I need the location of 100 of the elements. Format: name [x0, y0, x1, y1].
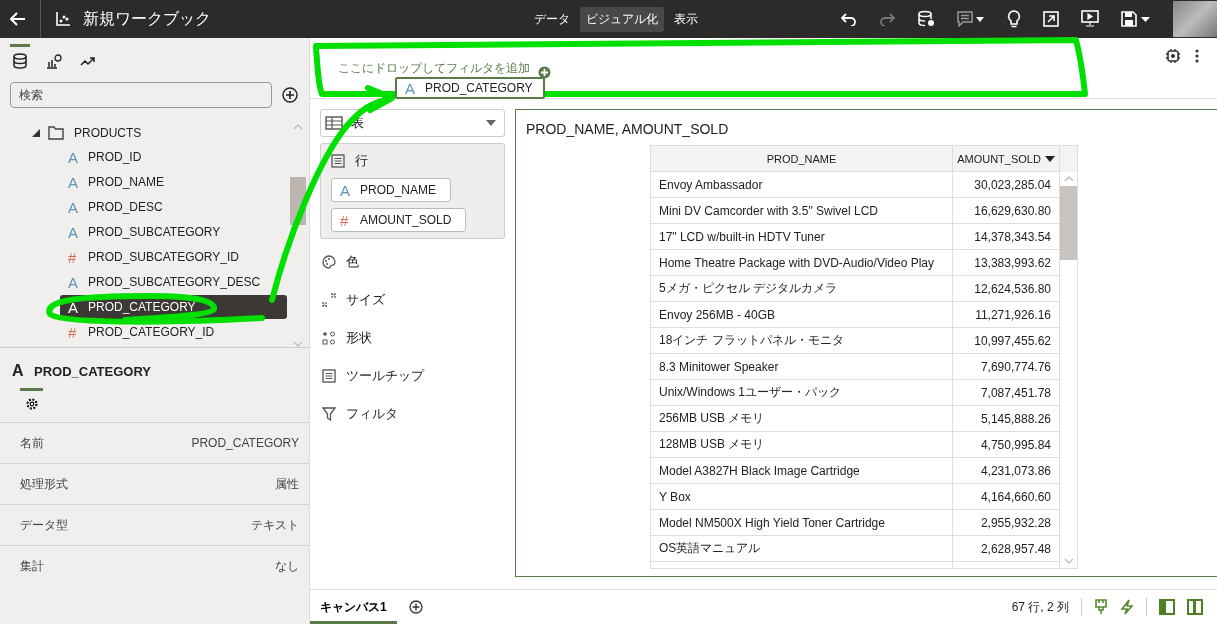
column-header[interactable]: PROD_NAME [766, 152, 837, 165]
lightbulb-icon[interactable] [1007, 10, 1021, 28]
tree-item[interactable]: PROD_NAME [88, 175, 164, 189]
visualization-title: PROD_NAME, AMOUNT_SOLD [525, 120, 730, 139]
field-label: AMOUNT_SOLD [360, 213, 452, 227]
field-type-icon: A [68, 173, 80, 191]
column-header[interactable]: AMOUNT_SOLD [957, 152, 1041, 165]
property-label: 名前 [20, 434, 44, 452]
resize-icon [322, 293, 336, 307]
data-tab[interactable] [10, 44, 30, 72]
field-chip[interactable]: A PROD_NAME [331, 178, 451, 202]
table-icon [325, 116, 343, 130]
filter-icon [322, 407, 336, 421]
tree-item[interactable]: PROD_ID [88, 150, 142, 164]
table-cell: 18インチ フラットパネル・モニタ [651, 328, 953, 354]
table-cell: 4,164,660.60 [953, 484, 1060, 510]
table-cell: 10,997,455.62 [953, 328, 1060, 354]
field-type-icon: # [340, 211, 352, 229]
field-chip[interactable]: # AMOUNT_SOLD [331, 208, 467, 232]
list-icon [322, 369, 336, 383]
add-icon [538, 66, 551, 79]
section-label[interactable]: フィルタ [346, 405, 398, 423]
database-icon[interactable] [917, 10, 935, 28]
property-value: テキスト [251, 516, 299, 534]
tree-item[interactable]: PROD_DESC [88, 200, 163, 214]
folder-icon [48, 125, 64, 140]
add-icon[interactable] [282, 87, 298, 103]
row-column-count: 67 行, 2 列 [1011, 598, 1069, 616]
canvas-tab[interactable]: キャンバス1 [310, 590, 397, 624]
table-cell: 7,087,451.78 [953, 380, 1060, 406]
field-type-icon: A [68, 223, 80, 241]
expand-triangle-icon[interactable] [32, 128, 40, 137]
table-cell: 8.3 Minitower Speaker [651, 354, 953, 380]
undo-icon[interactable] [841, 12, 857, 26]
field-label: PROD_CATEGORY [425, 81, 533, 95]
table-cell: 2,955,932.28 [953, 510, 1060, 536]
property-value: なし [275, 557, 299, 575]
tree-item[interactable]: PROD_SUBCATEGORY_ID [88, 250, 239, 264]
lightning-icon[interactable] [1120, 599, 1134, 615]
table-cell: 17" LCD w/built-in HDTV Tuner [651, 224, 953, 250]
filter-drop-hint: ここにドロップしてフィルタを追加 [338, 60, 530, 77]
search-field[interactable]: 検索 [10, 82, 272, 108]
chart-icon [46, 53, 62, 69]
table-cell: Envoy 256MB - 40GB [651, 302, 953, 328]
table-cell: OS英語マニュアル [651, 536, 953, 562]
table-cell: 12,624,536.80 [953, 276, 1060, 302]
tree-item[interactable]: PROD_SUBCATEGORY_DESC [88, 275, 261, 289]
mode-tab[interactable]: 表示 [668, 6, 704, 32]
property-label: 処理形式 [20, 475, 68, 493]
shapes-icon [322, 331, 336, 345]
tree-item[interactable]: PROD_CATEGORY_ID [88, 325, 215, 339]
field-type-icon: A [68, 298, 80, 316]
caret-icon [486, 120, 496, 126]
table-cell: Model NM500X High Yield Toner Cartridge [651, 510, 953, 536]
scrollbar-thumb[interactable] [1060, 186, 1077, 260]
dragged-field-chip[interactable]: A PROD_CATEGORY [395, 77, 545, 99]
table-cell: 4,231,073.86 [953, 458, 1060, 484]
property-label: 集計 [20, 557, 44, 575]
section-label[interactable]: 色 [346, 253, 359, 271]
table-cell: 13,383,993.62 [953, 250, 1060, 276]
field-type-icon: # [68, 323, 80, 341]
rows-drop-zone[interactable]: 行 A PROD_NAME # AMOUNT_SOLD [320, 143, 505, 239]
left-panel-icon[interactable] [1159, 599, 1175, 615]
palette-icon [322, 255, 336, 269]
table-cell: Home Theatre Package with DVD-Audio/Video Play [651, 250, 953, 276]
mode-tab[interactable]: ビジュアル化 [580, 6, 664, 32]
tree-item[interactable]: PROD_SUBCATEGORY [88, 225, 221, 239]
right-panel-icon[interactable] [1187, 599, 1203, 615]
table-cell: Unix/Windows 1ユーザー・パック [651, 380, 953, 406]
table-cell: 2,628,957.48 [953, 536, 1060, 562]
table-cell: Mini DV Camcorder with 3.5" Swivel LCD [651, 198, 953, 224]
field-type-icon: A [12, 362, 24, 380]
table-cell: 5メガ・ピクセル デジタルカメラ [651, 276, 953, 302]
field-type-icon: A [68, 273, 80, 291]
field-label: PROD_NAME [360, 183, 436, 197]
more-icon[interactable] [1195, 49, 1199, 63]
field-type-icon: A [68, 198, 80, 216]
add-icon[interactable] [408, 600, 423, 614]
section-label[interactable]: サイズ [346, 291, 385, 309]
tree-item[interactable]: PRODUCTS [74, 125, 142, 140]
tree-item[interactable]: PROD_CATEGORY [88, 300, 196, 314]
field-type-icon: A [68, 148, 80, 166]
property-value: PROD_CATEGORY [191, 436, 299, 450]
section-label[interactable]: ツールチップ [346, 367, 424, 385]
database-icon [12, 53, 28, 69]
save-icon[interactable] [1121, 11, 1151, 27]
field-type-icon: A [405, 79, 417, 97]
table-cell: 5,145,888.26 [953, 406, 1060, 432]
back-arrow-icon[interactable] [10, 12, 26, 26]
table-cell: Y Box [651, 484, 953, 510]
field-type-icon: A [340, 181, 352, 199]
table-cell: 4,750,995.84 [953, 432, 1060, 458]
comment-icon[interactable] [957, 11, 985, 27]
section-label[interactable]: 形状 [346, 329, 372, 347]
mode-tab[interactable]: データ [528, 6, 576, 32]
table-cell: 256MB USB メモリ [651, 406, 953, 432]
filter-settings-icon[interactable] [1165, 48, 1181, 64]
sort-descending-icon[interactable] [1044, 155, 1055, 162]
present-icon[interactable] [1081, 10, 1099, 28]
export-icon[interactable] [1043, 11, 1059, 27]
